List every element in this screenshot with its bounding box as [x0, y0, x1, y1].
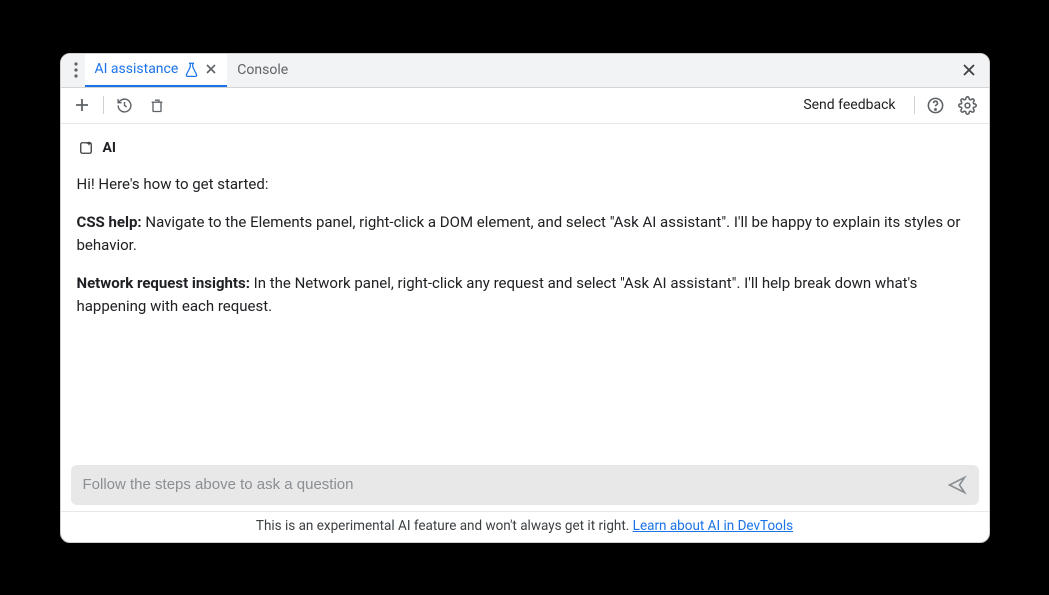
more-icon[interactable]: [67, 62, 85, 78]
close-tab-icon[interactable]: [205, 63, 217, 75]
tab-ai-assistance[interactable]: AI assistance: [85, 54, 228, 87]
css-help-paragraph: CSS help: Navigate to the Elements panel…: [77, 211, 973, 256]
footer-link[interactable]: Learn about AI in DevTools: [633, 518, 793, 534]
tab-label: AI assistance: [95, 61, 179, 77]
flask-icon: [184, 62, 199, 77]
delete-icon[interactable]: [146, 94, 168, 116]
css-help-text: Navigate to the Elements panel, right-cl…: [77, 213, 961, 254]
css-help-label: CSS help:: [77, 213, 142, 231]
tab-bar: AI assistance Console: [61, 54, 989, 88]
settings-icon[interactable]: [957, 94, 979, 116]
footer-text: This is an experimental AI feature and w…: [256, 518, 633, 534]
help-icon[interactable]: [925, 94, 947, 116]
network-insights-paragraph: Network request insights: In the Network…: [77, 272, 973, 317]
divider: [103, 96, 104, 114]
divider: [914, 96, 915, 114]
send-feedback-button[interactable]: Send feedback: [795, 97, 903, 113]
input-area: [61, 457, 989, 511]
toolbar: Send feedback: [61, 88, 989, 124]
send-icon[interactable]: [947, 475, 967, 495]
tab-label: Console: [237, 62, 288, 78]
close-panel-icon[interactable]: [957, 58, 981, 82]
footer-disclaimer: This is an experimental AI feature and w…: [61, 511, 989, 542]
greeting-text: Hi! Here's how to get started:: [77, 173, 973, 196]
question-input-box[interactable]: [71, 465, 979, 505]
ai-speaker-label: AI: [77, 138, 973, 159]
devtools-panel: AI assistance Console Send feedback: [60, 53, 990, 543]
new-chat-button[interactable]: [71, 94, 93, 116]
network-label: Network request insights:: [77, 274, 250, 292]
chat-body: AI Hi! Here's how to get started: CSS he…: [61, 124, 989, 457]
history-icon[interactable]: [114, 94, 136, 116]
ai-label: AI: [103, 138, 117, 159]
question-input[interactable]: [83, 476, 937, 493]
tab-console[interactable]: Console: [227, 54, 298, 87]
